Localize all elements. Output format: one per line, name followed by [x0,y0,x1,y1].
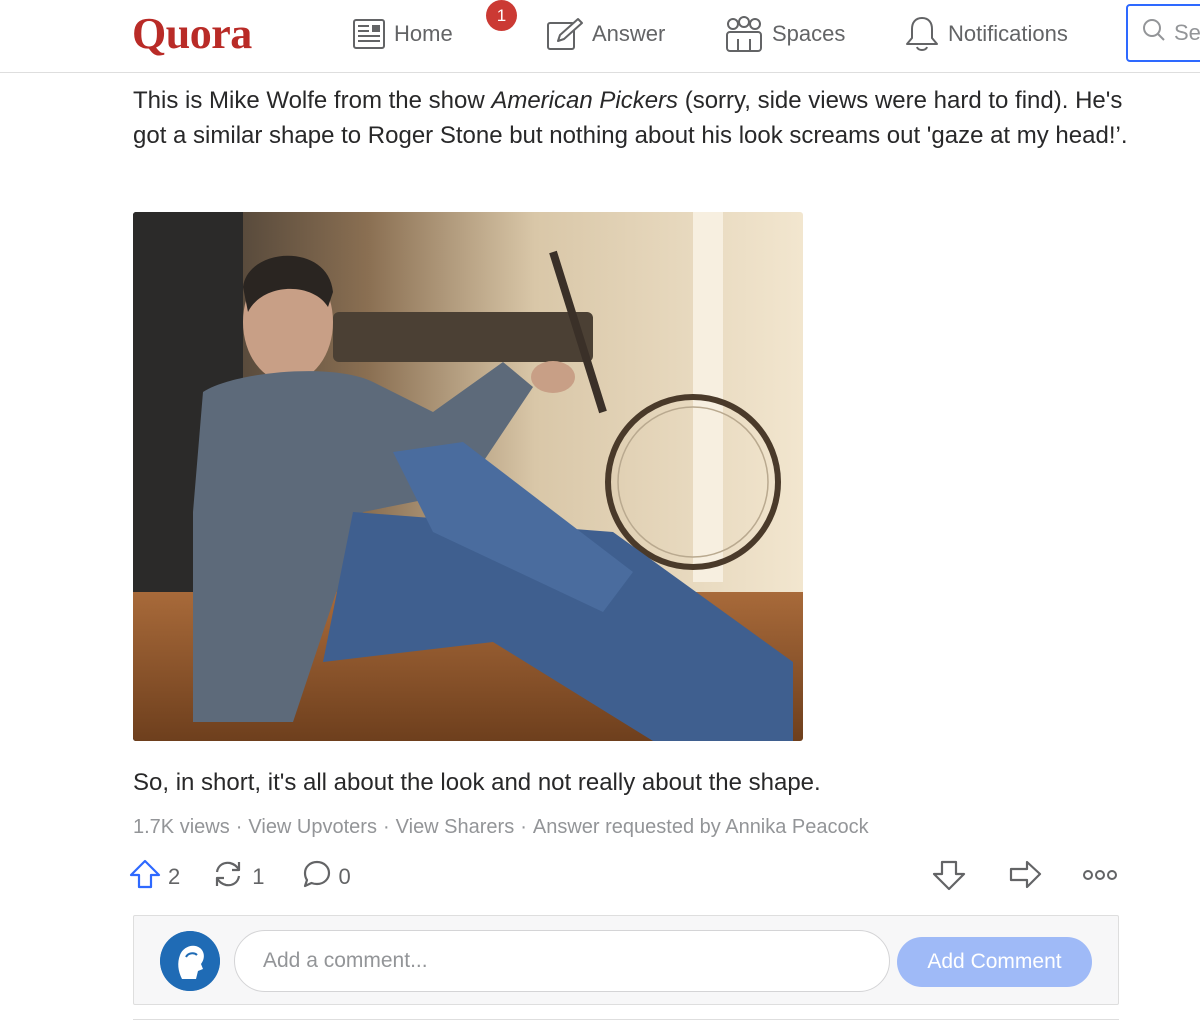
comment-count: 0 [338,864,351,889]
answer-photo[interactable] [133,212,803,741]
downvote-icon [931,858,967,897]
answer-paragraph-1: This is Mike Wolfe from the show America… [133,84,1133,153]
notification-badge: 1 [486,0,517,31]
view-sharers-link[interactable]: View Sharers [396,816,515,839]
answer-requested-by[interactable]: Answer requested by Annika Peacock [533,816,869,839]
share-button[interactable] [1007,857,1043,897]
search-icon [1142,18,1166,48]
answer-meta: 1.7K views · View Upvoters · View Sharer… [133,816,869,839]
photo-illustration [133,212,803,741]
nav-spaces-label: Spaces [772,21,846,46]
answer-icon [546,17,584,51]
spaces-icon [724,15,764,53]
reshare-count: 1 [252,864,265,889]
comment-icon [301,858,333,896]
nav-home[interactable]: Home [352,12,453,56]
view-count: 1.7K views [133,816,230,838]
avatar[interactable] [160,931,220,991]
meta-separator: · [235,816,243,838]
upvote-icon [128,858,162,896]
action-bar: 2 1 0 [128,857,351,897]
search-placeholder: Se [1174,20,1200,45]
divider [133,1019,1119,1020]
reshare-button[interactable]: 1 [210,858,265,896]
upvote-button[interactable]: 2 [128,858,180,896]
comment-input[interactable] [234,930,890,992]
nav-answer-label: Answer [592,21,666,46]
downvote-button[interactable] [931,857,967,897]
nav-notifications[interactable]: Notifications [904,12,1068,56]
quora-logo[interactable]: Quora [132,8,252,59]
meta-separator: · [382,816,390,838]
reshare-icon [210,858,246,896]
answer-text-segment: This is Mike Wolfe from the show [133,87,492,114]
nav-spaces[interactable]: Spaces [724,12,845,56]
answer-paragraph-2: So, in short, it's all about the look an… [133,769,821,796]
nav-answer[interactable]: Answer [546,12,665,56]
nav-home-label: Home [394,21,453,46]
nav-notifications-label: Notifications [948,21,1068,46]
user-silhouette-icon [160,931,220,991]
comment-composer: Add Comment [133,915,1119,1005]
comment-button[interactable]: 0 [301,858,351,896]
meta-separator: · [520,816,527,838]
add-comment-button[interactable]: Add Comment [897,937,1092,987]
search-input[interactable]: Se [1126,4,1200,62]
view-upvoters-link[interactable]: View Upvoters [248,816,377,839]
share-icon [1007,858,1043,897]
bell-icon [904,15,940,53]
top-navigation-bar: Quora Home 1 Answer Spaces Notifications… [0,0,1200,73]
upvote-count: 2 [168,864,181,889]
show-title-italic: American Pickers [491,87,679,114]
more-icon [1082,865,1118,890]
home-icon [352,17,386,51]
more-options-button[interactable] [1082,857,1118,897]
